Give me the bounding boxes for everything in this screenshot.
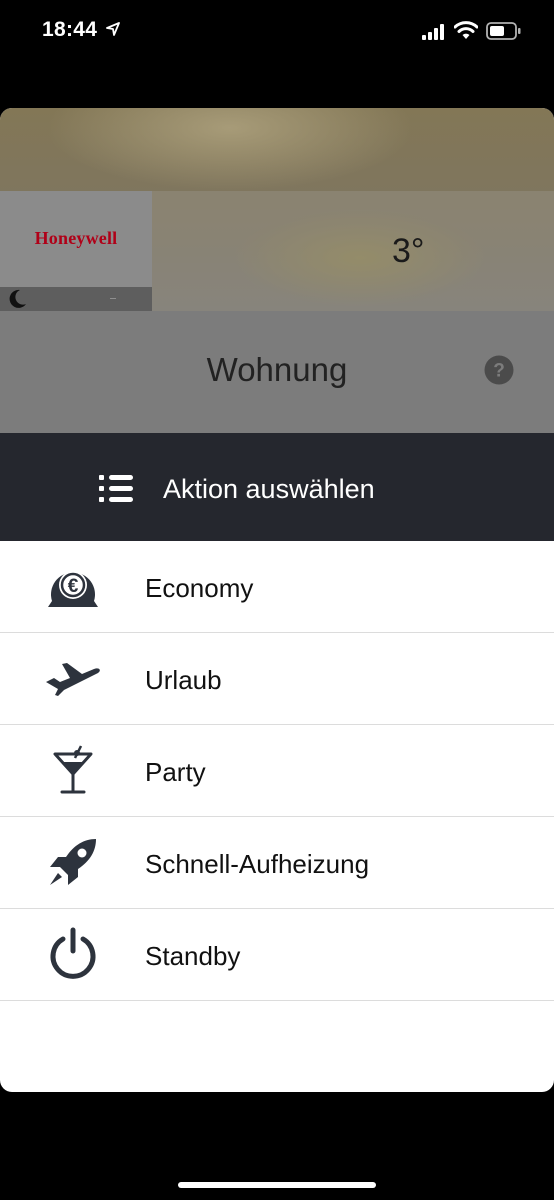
menu-item-economy[interactable]: € Economy: [0, 541, 554, 633]
rocket-icon: [42, 831, 104, 893]
action-bar-title: Aktion auswählen: [163, 474, 375, 504]
room-name: Wohnung: [206, 351, 348, 388]
menu-item-standby[interactable]: Standby: [0, 909, 554, 1001]
action-sheet-card: Honeywell 3° Wohnung ? Aktion auswählen: [0, 108, 554, 1092]
menu-item-label: Urlaub: [145, 665, 222, 695]
temperature-value: 3°: [392, 232, 425, 270]
euro-gauge-icon: €: [42, 555, 104, 617]
cocktail-icon: [42, 739, 104, 801]
status-bar: 18:44: [0, 0, 554, 64]
action-bar: Aktion auswählen: [0, 433, 554, 541]
svg-text:?: ?: [493, 361, 505, 382]
battery-icon: [486, 22, 521, 40]
location-arrow-icon: [106, 22, 120, 36]
brand-logo: Honeywell: [34, 228, 118, 248]
status-time: 18:44: [42, 18, 98, 41]
signal-bars-icon: [422, 24, 444, 40]
menu-item-label: Standby: [145, 941, 241, 971]
moon-icon: [9, 289, 26, 308]
menu-item-label: Party: [145, 757, 206, 787]
action-menu-list: € Economy Urlaub Party Schnell-Aufheizun…: [0, 541, 554, 1001]
airplane-icon: [42, 647, 104, 709]
menu-item-label: Economy: [145, 573, 254, 603]
help-icon[interactable]: ?: [484, 355, 514, 385]
home-indicator[interactable]: [178, 1182, 376, 1188]
menu-item-label: Schnell-Aufheizung: [145, 849, 370, 879]
mode-separator: [110, 298, 116, 299]
menu-item-party[interactable]: Party: [0, 725, 554, 817]
menu-item-schnell-aufheizung[interactable]: Schnell-Aufheizung: [0, 817, 554, 909]
svg-text:€: €: [68, 576, 79, 597]
menu-item-urlaub[interactable]: Urlaub: [0, 633, 554, 725]
power-icon: [42, 923, 104, 985]
wifi-icon: [454, 21, 478, 39]
list-icon: [99, 475, 133, 502]
